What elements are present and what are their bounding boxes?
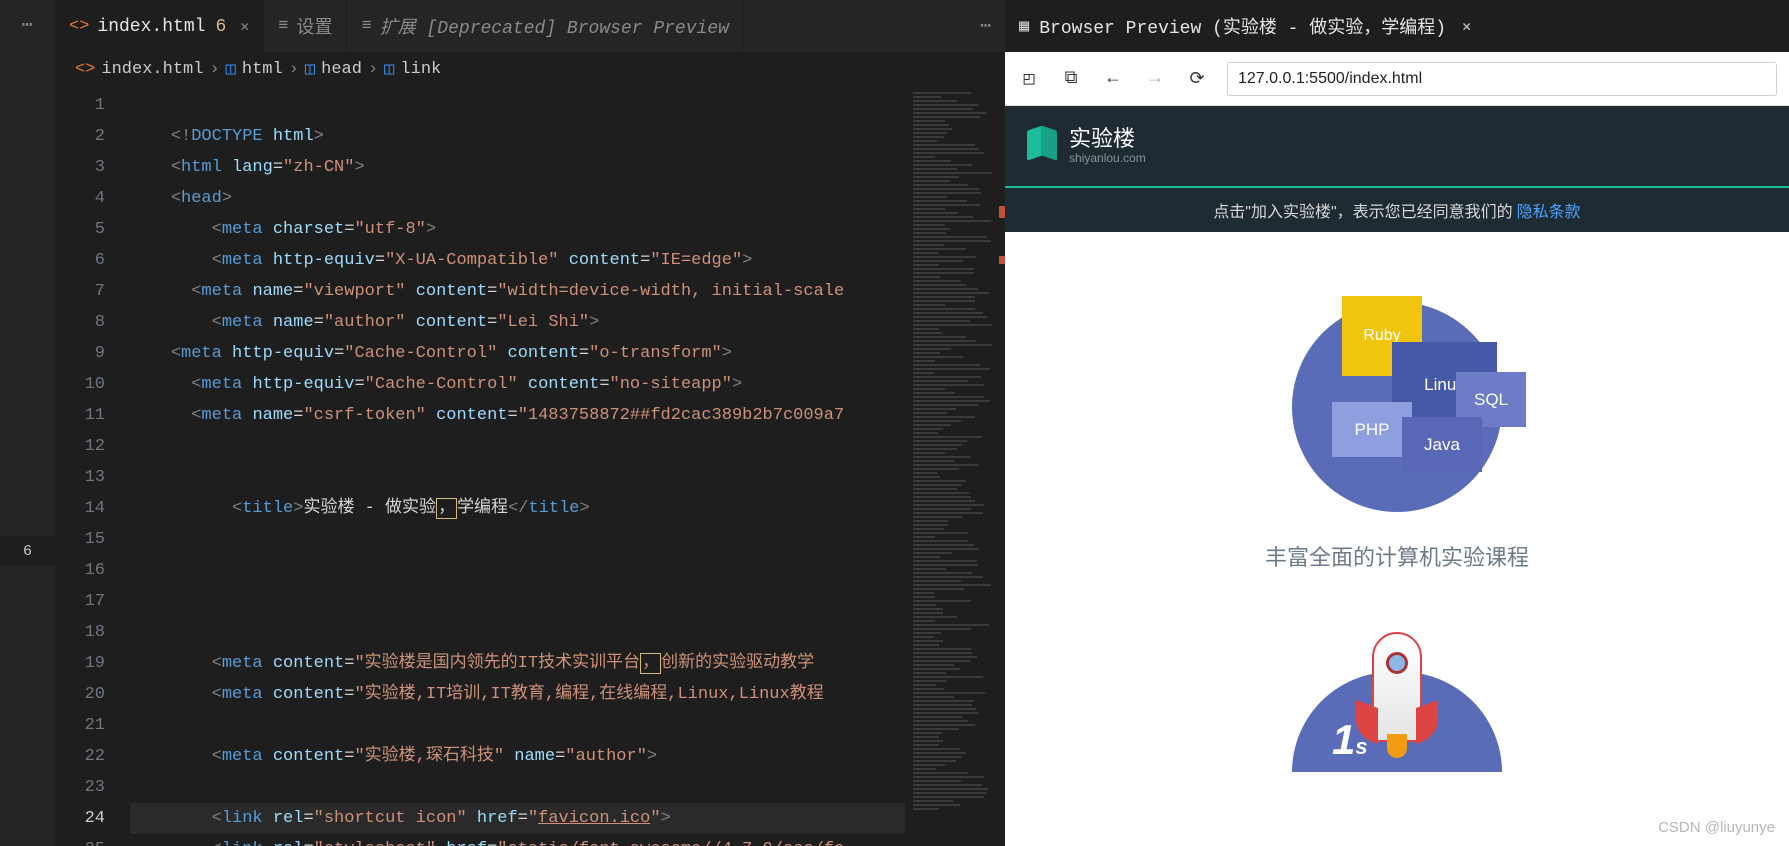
forward-button[interactable]: → bbox=[1143, 67, 1167, 91]
preview-icon: ▦ bbox=[1019, 16, 1029, 37]
chip-java: Java bbox=[1402, 417, 1482, 472]
tab-bar: <> index.html 6 ✕ ≡ 设置 ≡ 扩展 [Deprecated]… bbox=[55, 0, 1005, 52]
rocket-icon bbox=[1372, 632, 1422, 742]
site-header: 实验楼 shiyanlou.com bbox=[1005, 106, 1789, 186]
minimap[interactable] bbox=[905, 86, 1005, 846]
browser-toolbar: ◰ ⧉ ← → ⟳ 127.0.0.1:5500/index.html bbox=[1005, 52, 1789, 106]
browser-preview-tab[interactable]: ▦ Browser Preview (实验楼 - 做实验，学编程) ✕ bbox=[1005, 0, 1789, 52]
breadcrumb-part[interactable]: html bbox=[242, 60, 283, 79]
close-icon[interactable]: ✕ bbox=[1462, 17, 1471, 36]
tab-extension-browser-preview[interactable]: ≡ 扩展 [Deprecated] Browser Preview bbox=[347, 0, 743, 52]
editor-pane: <> index.html 6 ✕ ≡ 设置 ≡ 扩展 [Deprecated]… bbox=[55, 0, 1005, 846]
breadcrumb-part[interactable]: link bbox=[400, 60, 441, 79]
overflow-icon[interactable]: ⋯ bbox=[980, 15, 991, 37]
line-gutter: 1234567891011121314151617181920212223242… bbox=[55, 86, 130, 846]
consent-banner: 点击"加入实验楼"，表示您已经同意我们的 隐私条款 bbox=[1005, 186, 1789, 232]
rocket-badge: 1s bbox=[1332, 716, 1368, 764]
close-icon[interactable]: ✕ bbox=[240, 17, 249, 36]
breadcrumb[interactable]: <> index.html › ◫ html › ◫ head › ◫ link bbox=[55, 52, 1005, 86]
tab-label: 设置 bbox=[296, 13, 332, 39]
browser-tab-title: Browser Preview (实验楼 - 做实验，学编程) bbox=[1039, 13, 1446, 39]
page-content[interactable]: 实验楼 shiyanlou.com 点击"加入实验楼"，表示您已经同意我们的 隐… bbox=[1005, 106, 1789, 846]
symbol-icon: ◫ bbox=[384, 59, 394, 80]
browser-preview-pane: ▦ Browser Preview (实验楼 - 做实验，学编程) ✕ ◰ ⧉ … bbox=[1005, 0, 1789, 846]
breadcrumb-file[interactable]: index.html bbox=[101, 60, 203, 79]
extension-icon: ≡ bbox=[361, 17, 371, 36]
chevron-right-icon: › bbox=[289, 60, 299, 79]
tab-settings[interactable]: ≡ 设置 bbox=[264, 0, 347, 52]
watermark: CSDN @liuyunye bbox=[1658, 819, 1775, 836]
problems-badge[interactable]: 6 bbox=[0, 536, 55, 566]
back-button[interactable]: ← bbox=[1101, 67, 1125, 91]
symbol-icon: ◫ bbox=[226, 59, 236, 80]
tab-actions[interactable]: ⋯ bbox=[980, 0, 1005, 52]
rocket-circle: 1s bbox=[1292, 672, 1502, 772]
logo-icon bbox=[1027, 128, 1057, 164]
symbol-icon: ◫ bbox=[305, 59, 315, 80]
tab-label: 扩展 [Deprecated] Browser Preview bbox=[380, 13, 729, 39]
feature-title: 丰富全面的计算机实验课程 bbox=[1005, 540, 1789, 572]
tab-label: index.html bbox=[97, 17, 205, 37]
chip-php: PHP bbox=[1332, 402, 1412, 457]
html-icon: <> bbox=[69, 17, 89, 36]
reload-button[interactable]: ⟳ bbox=[1185, 67, 1209, 91]
tech-circle: Ruby Linux SQL PHP Java bbox=[1292, 302, 1502, 512]
code-content[interactable]: <!DOCTYPE html> <html lang="zh-CN"> <hea… bbox=[130, 86, 1005, 846]
overflow-icon[interactable]: ⋯ bbox=[22, 14, 34, 36]
url-input[interactable]: 127.0.0.1:5500/index.html bbox=[1227, 62, 1777, 96]
settings-icon: ≡ bbox=[278, 17, 288, 36]
code-editor[interactable]: 1234567891011121314151617181920212223242… bbox=[55, 86, 1005, 846]
feature-block: Ruby Linux SQL PHP Java 丰富全面的计算机实验课程 bbox=[1005, 232, 1789, 772]
tab-dirty-count: 6 bbox=[215, 17, 226, 37]
chevron-right-icon: › bbox=[209, 60, 219, 79]
tab-index-html[interactable]: <> index.html 6 ✕ bbox=[55, 0, 264, 52]
activity-gutter: ⋯ 6 bbox=[0, 0, 55, 846]
chevron-right-icon: › bbox=[368, 60, 378, 79]
html-icon: <> bbox=[75, 60, 95, 79]
rocket-block: 1s bbox=[1005, 672, 1789, 772]
device-icon[interactable]: ⧉ bbox=[1059, 67, 1083, 91]
breadcrumb-part[interactable]: head bbox=[321, 60, 362, 79]
inspect-icon[interactable]: ◰ bbox=[1017, 67, 1041, 91]
logo-text: 实验楼 shiyanlou.com bbox=[1069, 127, 1146, 164]
privacy-link[interactable]: 隐私条款 bbox=[1517, 198, 1581, 222]
